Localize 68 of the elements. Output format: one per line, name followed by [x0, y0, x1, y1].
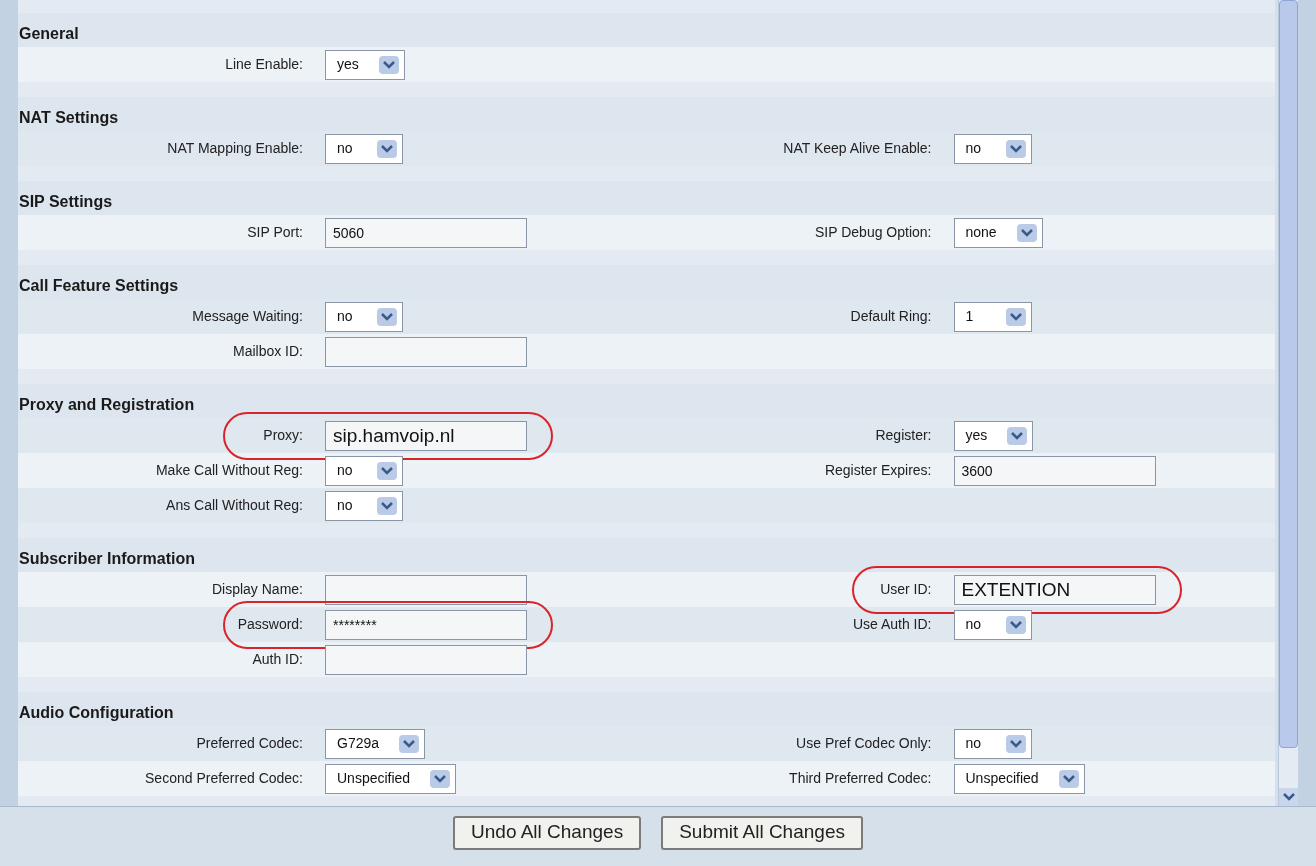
field-label: SIP Port: — [246, 223, 304, 242]
section-heading: SIP Settings — [19, 192, 113, 212]
field-label: Proxy: — [262, 426, 304, 445]
field-label: Ans Call Without Reg: — [165, 496, 304, 515]
dropdown-caret-icon — [399, 734, 420, 753]
input-field[interactable]: EXTENTION — [953, 574, 1156, 605]
select-field[interactable]: no — [953, 728, 1032, 759]
field-label: Second Preferred Codec: — [144, 769, 304, 788]
input-field[interactable] — [325, 644, 527, 675]
input-field[interactable] — [325, 336, 527, 367]
input-field[interactable]: sip.hamvoip.nl — [325, 420, 527, 451]
field-label: Preferred Codec: — [195, 734, 304, 753]
field-label: Use Auth ID: — [851, 615, 933, 634]
field-label: Make Call Without Reg: — [154, 461, 304, 480]
select-field[interactable]: Unspecified — [325, 763, 457, 794]
field-label: Register: — [874, 426, 933, 445]
select-field[interactable]: no — [325, 301, 403, 332]
scroll-down-icon[interactable] — [1279, 788, 1298, 806]
dropdown-caret-icon — [1058, 769, 1079, 788]
select-field[interactable]: no — [953, 133, 1032, 164]
dropdown-caret-icon — [1005, 139, 1026, 158]
section-heading: NAT Settings — [19, 108, 119, 128]
section-heading: Proxy and Registration — [19, 395, 195, 415]
dropdown-caret-icon — [1016, 223, 1037, 242]
field-label: NAT Mapping Enable: — [166, 139, 304, 158]
input-field[interactable]: 5060 — [325, 217, 527, 248]
dropdown-caret-icon — [430, 769, 451, 788]
section-heading: General — [19, 24, 79, 44]
dropdown-caret-icon — [378, 55, 399, 74]
field-label: NAT Keep Alive Enable: — [782, 139, 933, 158]
input-field[interactable] — [325, 574, 527, 605]
section-heading: Audio Configuration — [19, 703, 174, 723]
field-label: Mailbox ID: — [231, 342, 304, 361]
dropdown-caret-icon — [377, 139, 397, 158]
select-field[interactable]: yes — [953, 420, 1034, 451]
field-label: Display Name: — [210, 580, 304, 599]
field-label: User ID: — [879, 580, 933, 599]
field-label: Line Enable: — [224, 55, 304, 74]
dropdown-caret-icon — [1005, 734, 1026, 753]
dropdown-caret-icon — [1005, 615, 1026, 634]
dropdown-caret-icon — [1005, 307, 1026, 326]
field-label: SIP Debug Option: — [814, 223, 933, 242]
dropdown-caret-icon — [377, 307, 397, 326]
dropdown-caret-icon — [377, 496, 397, 515]
select-field[interactable]: 1 — [953, 301, 1032, 332]
input-field[interactable]: 3600 — [953, 455, 1156, 486]
input-field[interactable]: ******** — [325, 609, 527, 640]
section-heading: Call Feature Settings — [19, 276, 179, 296]
action-button[interactable]: Submit All Changes — [661, 815, 863, 850]
select-field[interactable]: G729a — [325, 728, 426, 759]
select-field[interactable]: Unspecified — [953, 763, 1085, 794]
field-label: Message Waiting: — [191, 307, 304, 326]
field-label: Use Pref Codec Only: — [795, 734, 933, 753]
select-field[interactable]: no — [325, 455, 403, 486]
select-field[interactable]: no — [325, 490, 403, 521]
field-label: Default Ring: — [849, 307, 933, 326]
select-field[interactable]: none — [953, 217, 1043, 248]
select-field[interactable]: no — [325, 133, 403, 164]
field-label: Auth ID: — [251, 650, 304, 669]
select-field[interactable]: yes — [325, 49, 405, 80]
dropdown-caret-icon — [377, 461, 397, 480]
dropdown-caret-icon — [1007, 426, 1028, 445]
field-label: Register Expires: — [823, 461, 933, 480]
select-field[interactable]: no — [953, 609, 1032, 640]
field-label: Third Preferred Codec: — [788, 769, 933, 788]
section-heading: Subscriber Information — [19, 549, 196, 569]
action-button[interactable]: Undo All Changes — [453, 815, 642, 850]
field-label: Password: — [236, 615, 304, 634]
